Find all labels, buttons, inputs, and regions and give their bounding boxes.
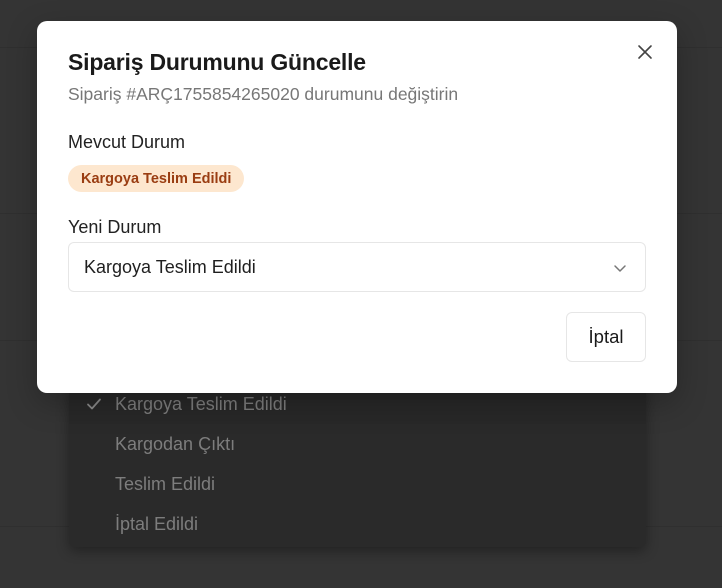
new-status-select[interactable]: Kargoya Teslim Edildi — [68, 242, 646, 292]
status-option-label: Teslim Edildi — [115, 473, 216, 494]
status-option[interactable]: Kargodan Çıktı — [69, 424, 646, 464]
status-option-label: Kargodan Çıktı — [115, 433, 236, 454]
chevron-down-icon — [614, 265, 626, 272]
current-status-label: Mevcut Durum — [68, 132, 186, 152]
status-option[interactable]: İptal Edildi — [69, 504, 646, 544]
select-value: Kargoya Teslim Edildi — [84, 256, 256, 277]
status-option-label: Kargoya Teslim Edildi — [115, 393, 287, 414]
new-status-label: Yeni Durum — [68, 217, 162, 237]
check-icon — [87, 398, 101, 410]
update-status-dialog: Sipariş Durumunu Güncelle Sipariş #ARÇ17… — [37, 21, 677, 393]
status-option-label: İptal Edildi — [115, 513, 199, 534]
close-icon[interactable] — [635, 42, 655, 62]
dialog-title: Sipariş Durumunu Güncelle — [68, 49, 366, 75]
dialog-subtitle: Sipariş #ARÇ1755854265020 durumunu değiş… — [68, 84, 459, 104]
status-badge: Kargoya Teslim Edildi — [68, 165, 245, 192]
cancel-button[interactable]: İptal — [566, 312, 646, 362]
status-options-list: Kargoya Teslim Edildi Kargodan Çıktı Tes… — [69, 384, 646, 547]
status-option[interactable]: Teslim Edildi — [69, 464, 646, 504]
